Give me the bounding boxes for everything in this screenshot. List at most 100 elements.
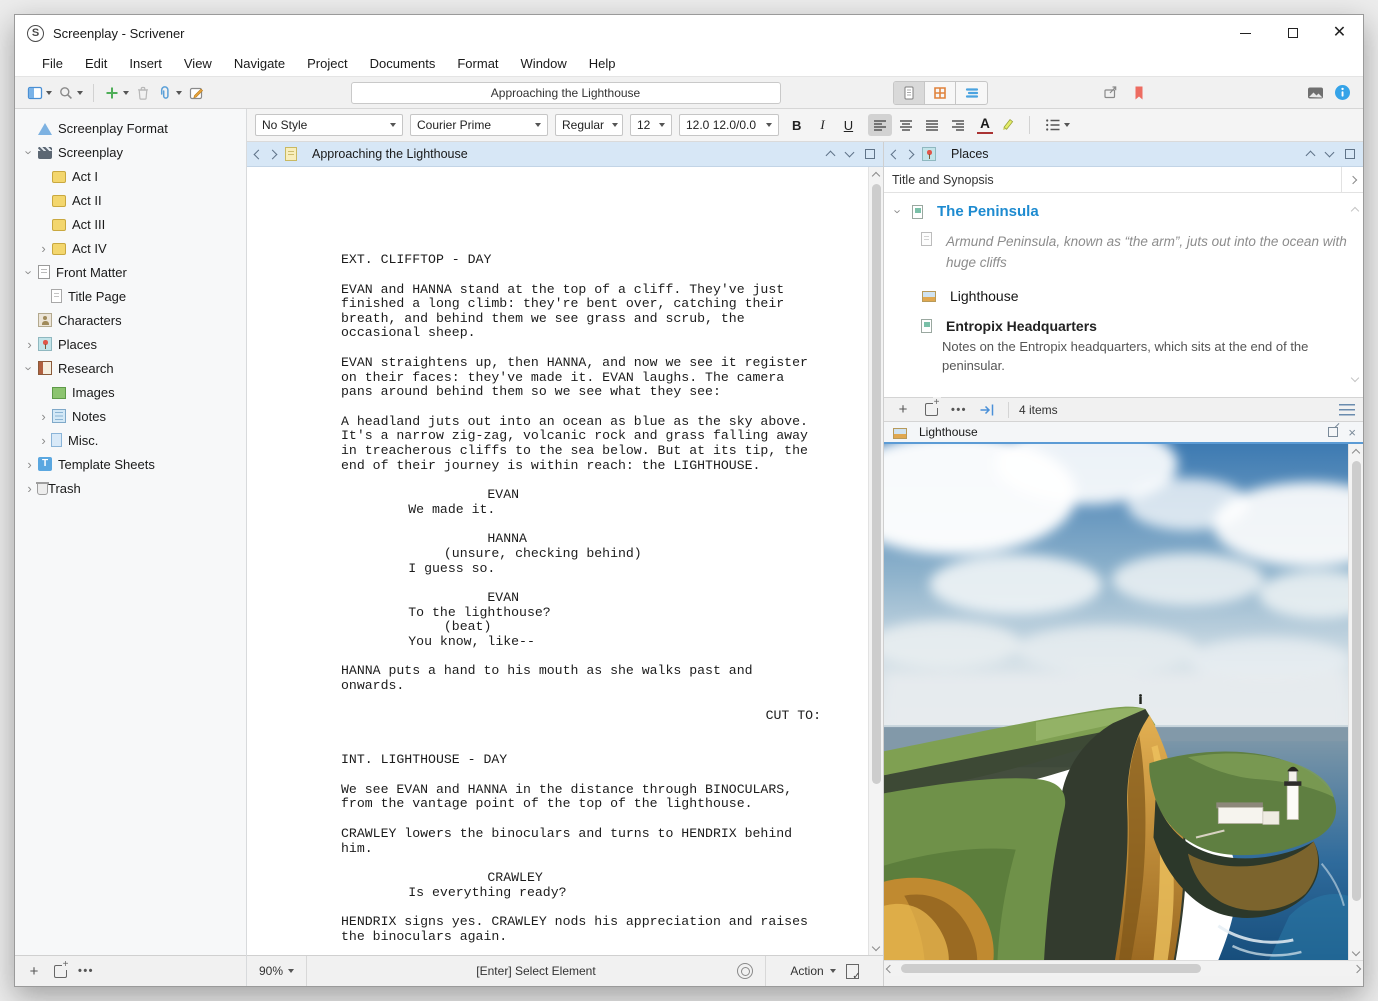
action-menu[interactable]: Action bbox=[765, 956, 883, 986]
font-variant-select[interactable]: Regular bbox=[555, 114, 623, 136]
forward-button[interactable] bbox=[905, 149, 915, 159]
scroll-up-arrow[interactable] bbox=[1353, 444, 1359, 458]
outline-item-row[interactable]: Entropix Headquarters bbox=[890, 318, 1347, 334]
expand-chevron-icon[interactable] bbox=[23, 362, 36, 375]
menu-item[interactable]: Project bbox=[296, 53, 358, 74]
expand-chevron-icon[interactable] bbox=[37, 434, 50, 447]
add-folder-button[interactable] bbox=[49, 960, 71, 982]
style-select[interactable]: No Style bbox=[255, 114, 403, 136]
zoom-selector[interactable]: 90% bbox=[247, 956, 307, 986]
binder-item[interactable]: Places bbox=[15, 332, 246, 356]
outline-mode-icon[interactable] bbox=[1339, 404, 1355, 416]
scroll-up-arrow[interactable] bbox=[1352, 201, 1358, 219]
list-format-button[interactable] bbox=[1043, 115, 1072, 135]
expand-chevron-icon[interactable] bbox=[37, 410, 50, 423]
next-document-button[interactable] bbox=[845, 148, 855, 158]
menu-item[interactable]: File bbox=[31, 53, 74, 74]
next-document-button[interactable] bbox=[1325, 148, 1335, 158]
text-color-button[interactable]: A bbox=[977, 116, 993, 134]
font-select[interactable]: Courier Prime bbox=[410, 114, 548, 136]
trash-button[interactable] bbox=[133, 82, 153, 104]
scrollbar-thumb[interactable] bbox=[872, 184, 881, 784]
align-right-button[interactable] bbox=[946, 114, 970, 136]
binder-item[interactable]: Act III bbox=[15, 212, 246, 236]
expand-chevron-icon[interactable] bbox=[23, 146, 36, 159]
corkboard-view-button[interactable] bbox=[925, 82, 956, 104]
menu-item[interactable]: Window bbox=[510, 53, 578, 74]
document-title-field[interactable]: Approaching the Lighthouse bbox=[351, 82, 781, 104]
add-document-button[interactable]: + bbox=[23, 960, 45, 982]
align-justify-button[interactable] bbox=[920, 114, 944, 136]
info-button[interactable] bbox=[1332, 81, 1353, 104]
more-options-button[interactable]: ••• bbox=[948, 399, 970, 421]
italic-button[interactable]: I bbox=[814, 115, 830, 135]
previous-document-button[interactable] bbox=[826, 151, 836, 161]
expand-chevron-icon[interactable] bbox=[23, 338, 36, 351]
split-editor-button[interactable] bbox=[865, 149, 875, 159]
scrollbar-thumb[interactable] bbox=[901, 964, 1201, 973]
binder-item[interactable]: Screenplay bbox=[15, 140, 246, 164]
binder-toggle-button[interactable] bbox=[25, 82, 54, 104]
binder-item[interactable]: Characters bbox=[15, 308, 246, 332]
binder-item[interactable]: Front Matter bbox=[15, 260, 246, 284]
bookmark-button[interactable] bbox=[1129, 82, 1149, 104]
menu-item[interactable]: Edit bbox=[74, 53, 118, 74]
share-button[interactable] bbox=[1100, 81, 1121, 104]
menu-item[interactable]: Insert bbox=[118, 53, 173, 74]
binder-item[interactable]: Act I bbox=[15, 164, 246, 188]
focus-target-icon[interactable] bbox=[737, 963, 753, 979]
maximize-button[interactable] bbox=[1269, 15, 1316, 51]
attach-button[interactable] bbox=[155, 82, 184, 104]
expand-chevron-icon[interactable] bbox=[23, 266, 36, 279]
scroll-right-arrow[interactable] bbox=[1354, 962, 1360, 976]
binder-item[interactable]: Research bbox=[15, 356, 246, 380]
line-spacing-select[interactable]: 12.0 12.0/0.0 bbox=[679, 114, 779, 136]
scroll-down-arrow[interactable] bbox=[1353, 946, 1359, 960]
expand-chevron-icon[interactable] bbox=[892, 205, 905, 218]
binder-item[interactable]: Misc. bbox=[15, 428, 246, 452]
expand-chevron-icon[interactable] bbox=[37, 242, 50, 255]
highlight-button[interactable] bbox=[1000, 115, 1016, 136]
column-expand-button[interactable] bbox=[1341, 167, 1363, 192]
menu-item[interactable]: Documents bbox=[359, 53, 447, 74]
binder-item[interactable]: Notes bbox=[15, 404, 246, 428]
scroll-down-arrow[interactable] bbox=[873, 941, 879, 955]
outline-item-row[interactable]: Lighthouse bbox=[890, 288, 1347, 304]
minimize-button[interactable] bbox=[1222, 15, 1269, 51]
expand-chevron-icon[interactable] bbox=[23, 482, 36, 495]
outline-synopsis-row[interactable]: Armund Peninsula, known as “the arm”, ju… bbox=[890, 232, 1347, 274]
binder-item[interactable]: Images bbox=[15, 380, 246, 404]
back-button[interactable] bbox=[254, 149, 264, 159]
bold-button[interactable]: B bbox=[786, 116, 807, 135]
close-panel-icon[interactable]: × bbox=[1348, 426, 1356, 439]
align-center-button[interactable] bbox=[894, 114, 918, 136]
previous-document-button[interactable] bbox=[1306, 151, 1316, 161]
expand-chevron-icon[interactable] bbox=[23, 458, 36, 471]
binder-item[interactable]: Act IV bbox=[15, 236, 246, 260]
add-document-button[interactable]: + bbox=[892, 399, 914, 421]
open-external-icon[interactable] bbox=[1328, 427, 1338, 437]
search-button[interactable] bbox=[56, 82, 85, 104]
underline-button[interactable]: U bbox=[838, 116, 859, 135]
editor-page[interactable]: EXT. CLIFFTOP - DAYEVAN and HANNA stand … bbox=[247, 167, 868, 955]
binder-item[interactable]: Act II bbox=[15, 188, 246, 212]
menu-item[interactable]: View bbox=[173, 53, 223, 74]
media-button[interactable] bbox=[1305, 82, 1326, 104]
font-size-select[interactable]: 12 bbox=[630, 114, 672, 136]
scroll-up-arrow[interactable] bbox=[873, 167, 879, 181]
back-button[interactable] bbox=[891, 149, 901, 159]
binder-item[interactable]: Title Page bbox=[15, 284, 246, 308]
outline-column-header[interactable]: Title and Synopsis bbox=[884, 167, 1363, 193]
outline-group-row[interactable]: The Peninsula bbox=[890, 203, 1347, 220]
more-options-button[interactable]: ••• bbox=[75, 960, 97, 982]
binder-item[interactable]: Screenplay Format bbox=[15, 116, 246, 140]
outline-view-button[interactable] bbox=[956, 82, 987, 104]
image-horizontal-scrollbar[interactable] bbox=[884, 960, 1363, 976]
document-view-button[interactable] bbox=[894, 82, 925, 104]
menu-item[interactable]: Format bbox=[446, 53, 509, 74]
menu-item[interactable]: Navigate bbox=[223, 53, 296, 74]
split-editor-button[interactable] bbox=[1345, 149, 1355, 159]
scroll-left-arrow[interactable] bbox=[887, 962, 893, 976]
editor-vertical-scrollbar[interactable] bbox=[868, 167, 883, 955]
menu-item[interactable]: Help bbox=[578, 53, 627, 74]
